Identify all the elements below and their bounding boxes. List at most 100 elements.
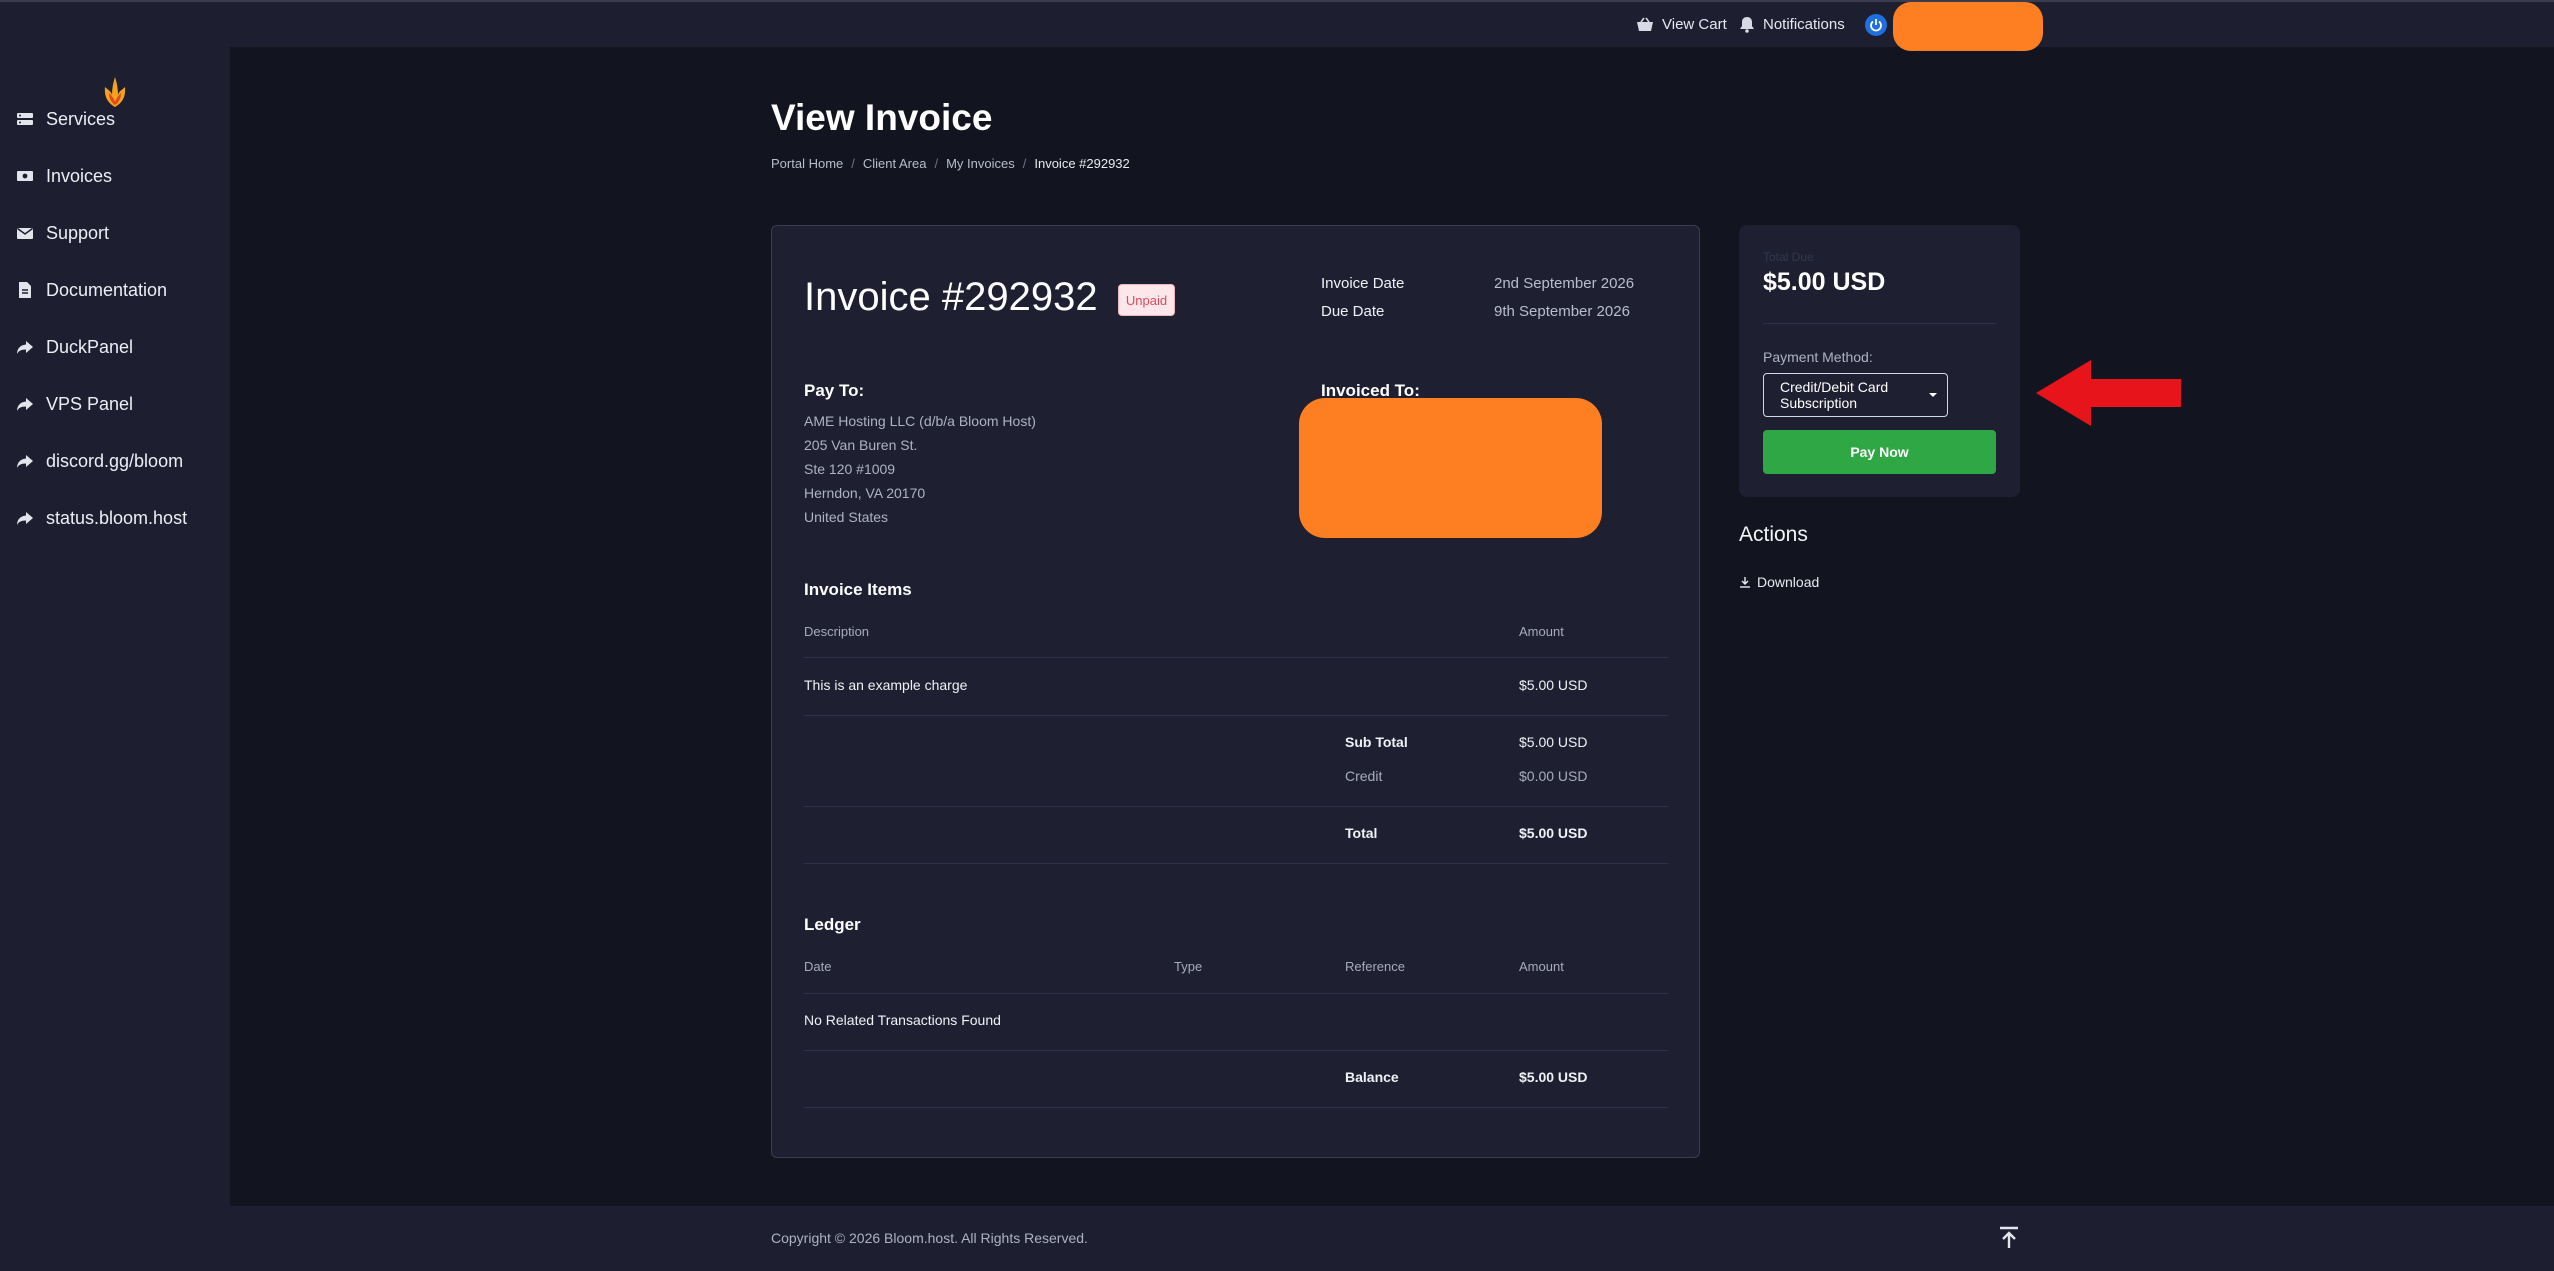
sidebar-item-services[interactable]: Services xyxy=(0,99,230,139)
view-cart-label: View Cart xyxy=(1662,16,1727,33)
due-date-label: Due Date xyxy=(1321,303,1385,320)
footer: Copyright © 2026 Bloom.host. All Rights … xyxy=(230,1206,2554,1271)
divider xyxy=(804,1107,1668,1108)
item-description: This is an example charge xyxy=(804,677,968,693)
share-arrow-icon xyxy=(17,512,33,525)
basket-icon xyxy=(1637,17,1653,31)
share-arrow-icon xyxy=(17,455,33,468)
divider xyxy=(804,806,1668,807)
sub-total-value: $5.00 USD xyxy=(1519,734,1588,750)
ledger-empty-message: No Related Transactions Found xyxy=(804,1012,1001,1028)
payment-method-select[interactable]: Credit/Debit Card Subscription xyxy=(1763,373,1948,417)
sidebar-item-discord[interactable]: discord.gg/bloom xyxy=(0,441,230,481)
total-due-label: Total Due xyxy=(1763,250,1814,264)
sidebar-item-vps-panel[interactable]: VPS Panel xyxy=(0,384,230,424)
sidebar-item-duckpanel[interactable]: DuckPanel xyxy=(0,327,230,367)
share-arrow-icon xyxy=(17,398,33,411)
bell-icon xyxy=(1740,17,1754,33)
breadcrumb-separator: / xyxy=(1022,156,1027,171)
column-header-description: Description xyxy=(804,624,870,639)
address-line: AME Hosting LLC (d/b/a Bloom Host) xyxy=(804,413,1036,429)
balance-value: $5.00 USD xyxy=(1519,1069,1588,1085)
notifications-label: Notifications xyxy=(1763,16,1845,33)
divider xyxy=(804,993,1668,994)
notifications-link[interactable]: Notifications xyxy=(1739,2,1845,47)
server-icon xyxy=(17,113,33,125)
item-amount: $5.00 USD xyxy=(1519,677,1588,693)
credit-value: $0.00 USD xyxy=(1519,768,1588,784)
breadcrumb-separator: / xyxy=(851,156,855,171)
invoice-title: Invoice #292932 xyxy=(804,275,1098,319)
sidebar-item-label: VPS Panel xyxy=(46,393,134,414)
due-date-value: 9th September 2026 xyxy=(1494,303,1630,320)
sidebar-item-label: Documentation xyxy=(46,279,168,300)
balance-label: Balance xyxy=(1345,1069,1399,1085)
sidebar-item-label: Invoices xyxy=(46,165,113,186)
column-header-reference: Reference xyxy=(1345,959,1405,974)
pay-now-button[interactable]: Pay Now xyxy=(1763,430,1996,474)
copyright-text: Copyright © 2026 Bloom.host. All Rights … xyxy=(771,1230,1088,1246)
address-line: Herndon, VA 20170 xyxy=(804,485,926,501)
download-link[interactable]: Download xyxy=(1739,574,1819,590)
column-header-amount: Amount xyxy=(1519,624,1564,639)
sidebar-item-label: status.bloom.host xyxy=(46,507,188,528)
address-line: Ste 120 #1009 xyxy=(804,461,896,477)
account-menu[interactable] xyxy=(1865,2,1887,47)
breadcrumb-separator: / xyxy=(934,156,939,171)
caret-down-icon xyxy=(1929,393,1937,397)
annotation-arrow-icon xyxy=(2036,360,2181,426)
money-icon xyxy=(17,171,33,181)
sidebar: Services Invoices Support Documentation … xyxy=(0,47,230,1271)
breadcrumb-portal-home[interactable]: Portal Home xyxy=(771,156,843,171)
sub-total-label: Sub Total xyxy=(1345,734,1408,750)
divider xyxy=(1763,323,1996,324)
breadcrumb-client-area[interactable]: Client Area xyxy=(863,156,927,171)
status-badge: Unpaid xyxy=(1118,284,1175,316)
total-due-value: $5.00 USD xyxy=(1763,268,1886,296)
view-cart-link[interactable]: View Cart xyxy=(1636,2,1727,47)
download-label: Download xyxy=(1757,574,1820,590)
download-icon xyxy=(1740,576,1750,588)
payment-card: Total Due $5.00 USD Payment Method: Cred… xyxy=(1739,225,2020,497)
sidebar-item-invoices[interactable]: Invoices xyxy=(0,156,230,196)
sidebar-item-documentation[interactable]: Documentation xyxy=(0,270,230,310)
payment-method-label: Payment Method: xyxy=(1763,349,1873,365)
envelope-icon xyxy=(17,227,33,239)
breadcrumb-current: Invoice #292932 xyxy=(1034,156,1130,171)
breadcrumb-my-invoices[interactable]: My Invoices xyxy=(946,156,1015,171)
redacted-username xyxy=(1893,2,2043,51)
ledger-heading: Ledger xyxy=(804,915,861,934)
invoice-date-label: Invoice Date xyxy=(1321,275,1405,292)
sidebar-item-label: Services xyxy=(46,108,116,129)
invoice-card: Invoice #292932 Unpaid Invoice Date 2nd … xyxy=(771,225,1700,1158)
power-icon xyxy=(1865,13,1887,36)
divider xyxy=(804,863,1668,864)
invoice-date-value: 2nd September 2026 xyxy=(1494,275,1635,292)
sidebar-item-label: DuckPanel xyxy=(46,336,134,357)
document-icon xyxy=(19,282,31,298)
divider xyxy=(804,1050,1668,1051)
divider xyxy=(804,657,1668,658)
address-line: United States xyxy=(804,509,889,525)
pay-to-heading: Pay To: xyxy=(804,381,865,400)
redacted-invoiced-to xyxy=(1299,398,1602,538)
sidebar-item-support[interactable]: Support xyxy=(0,213,230,253)
total-value: $5.00 USD xyxy=(1519,825,1588,841)
page-title: View Invoice xyxy=(771,97,993,138)
column-header-type: Type xyxy=(1174,959,1203,974)
back-to-top-icon[interactable] xyxy=(1998,1226,2020,1250)
sidebar-item-label: Support xyxy=(46,222,110,243)
top-bar: View Cart Notifications xyxy=(0,0,2554,47)
pay-to-address: AME Hosting LLC (d/b/a Bloom Host) 205 V… xyxy=(804,409,1036,529)
column-header-date: Date xyxy=(804,959,832,974)
sidebar-item-status[interactable]: status.bloom.host xyxy=(0,498,230,538)
payment-method-value: Credit/Debit Card Subscription xyxy=(1780,379,1889,411)
address-line: 205 Van Buren St. xyxy=(804,437,918,453)
credit-label: Credit xyxy=(1345,768,1383,784)
actions-heading: Actions xyxy=(1739,523,1808,546)
share-arrow-icon xyxy=(17,341,33,354)
total-label: Total xyxy=(1345,825,1378,841)
divider xyxy=(804,715,1668,716)
invoice-items-heading: Invoice Items xyxy=(804,580,912,599)
column-header-amount: Amount xyxy=(1519,959,1564,974)
